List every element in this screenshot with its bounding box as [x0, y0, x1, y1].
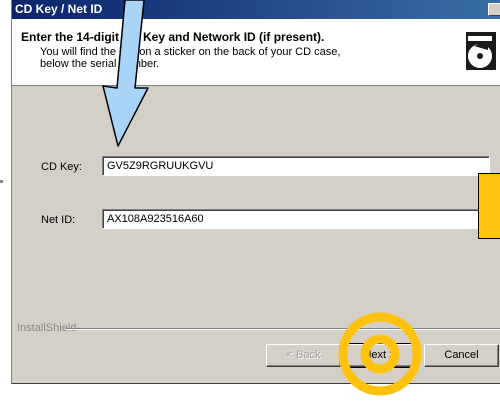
net-id-label: Net ID: [41, 214, 76, 226]
installer-cd-icon [458, 28, 500, 74]
close-button[interactable] [488, 3, 500, 16]
highlight-callout-box [478, 173, 500, 239]
cd-key-label: CD Key: [41, 161, 82, 173]
installer-dialog: CD Key / Net ID Enter the 14-digit CD Ke… [11, 0, 500, 384]
dialog-header: Enter the 14-digit CD Key and Network ID… [12, 19, 500, 86]
window-title: CD Key / Net ID [15, 2, 103, 16]
title-bar: CD Key / Net ID [12, 0, 500, 19]
footer-divider [66, 328, 500, 330]
stray-dot [0, 180, 3, 183]
back-button[interactable]: < Back [266, 344, 341, 367]
net-id-input[interactable] [102, 209, 490, 229]
next-button[interactable]: Next > [341, 343, 418, 368]
header-title: Enter the 14-digit CD Key and Network ID… [21, 30, 325, 44]
cancel-button[interactable]: Cancel [424, 344, 499, 367]
cd-key-input[interactable] [102, 156, 490, 176]
header-subtitle: You will find the key on a sticker on th… [40, 46, 341, 70]
